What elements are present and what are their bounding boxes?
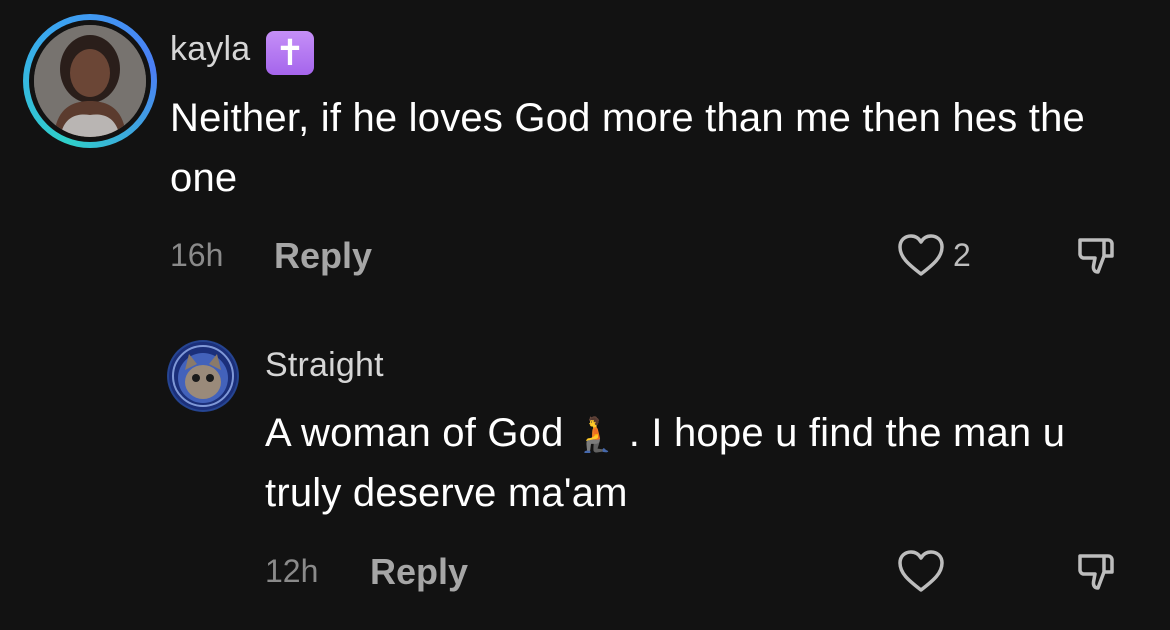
comment-text: Neither, if he loves God more than me th… [170, 96, 1085, 200]
avatar[interactable] [34, 25, 146, 137]
comment: kayla ✝ Neither, if he loves God more th… [0, 0, 1170, 300]
heart-icon[interactable] [896, 232, 946, 278]
comment-reply: Straight A woman of God 🧎 . I hope u fin… [0, 330, 1170, 630]
reply-button[interactable]: Reply [370, 551, 468, 593]
latin-cross-icon: ✝ [266, 31, 314, 75]
thumbs-down-icon[interactable] [1074, 232, 1122, 280]
comment-text: A woman of God 🧎 . I hope u find the man… [265, 403, 1105, 523]
like-count: 2 [953, 237, 971, 273]
reply-button[interactable]: Reply [274, 235, 372, 277]
avatar[interactable] [167, 340, 239, 412]
kneeling-person-emoji: 🧎 [574, 416, 618, 455]
comment-text-part: A woman of God [265, 411, 564, 455]
thumbs-down-icon[interactable] [1074, 548, 1122, 596]
heart-icon[interactable] [896, 548, 946, 594]
username[interactable]: kayla [170, 30, 250, 69]
timestamp: 16h [170, 237, 224, 273]
avatar-story-ring[interactable] [23, 14, 157, 148]
timestamp: 12h [265, 553, 319, 589]
username[interactable]: Straight [265, 346, 384, 385]
